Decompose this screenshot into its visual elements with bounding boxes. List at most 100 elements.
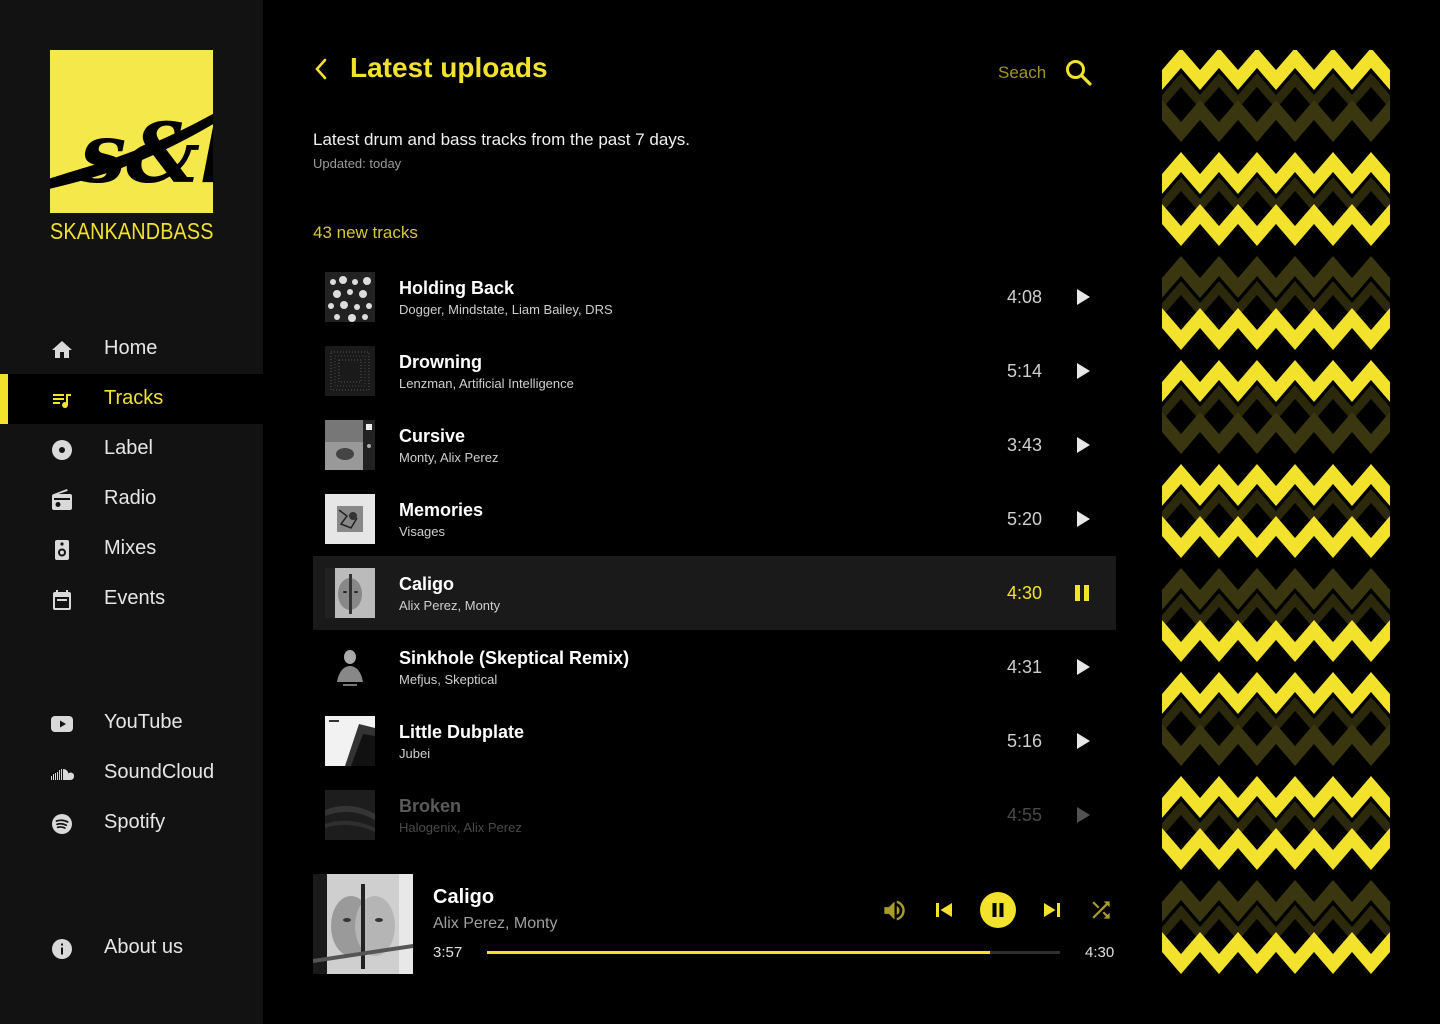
play-button[interactable] <box>1070 359 1094 383</box>
track-title: Drowning <box>399 352 482 372</box>
disc-icon <box>50 438 74 462</box>
track-row-playing[interactable]: Caligo Alix Perez, Monty 4:30 <box>313 556 1116 630</box>
play-button[interactable] <box>1070 507 1094 531</box>
soundcloud-icon <box>50 762 75 786</box>
track-row[interactable]: Holding Back Dogger, Mindstate, Liam Bai… <box>313 260 1116 334</box>
track-row[interactable]: Memories Visages 5:20 <box>313 482 1116 556</box>
skip-previous-icon <box>936 903 952 917</box>
social-nav: YouTube SoundCloud Spotify <box>0 698 263 848</box>
play-button[interactable] <box>1070 433 1094 457</box>
nav-item-youtube[interactable]: YouTube <box>0 698 263 748</box>
nav-item-label: Mixes <box>104 537 157 559</box>
sidebar: s&b SKANKANDBASS Home Tracks Label <box>0 0 263 1024</box>
track-row[interactable]: Cursive Monty, Alix Perez 3:43 <box>313 408 1116 482</box>
shuffle-button[interactable] <box>1088 897 1114 923</box>
nav-item-mixes[interactable]: Mixes <box>0 524 263 574</box>
previous-button[interactable] <box>932 898 956 922</box>
track-row[interactable]: Drowning Lenzman, Artificial Intelligenc… <box>313 334 1116 408</box>
play-icon <box>1077 659 1090 675</box>
nav-item-label: Spotify <box>104 811 166 833</box>
page-description: Latest drum and bass tracks from the pas… <box>313 130 691 149</box>
track-title: Memories <box>399 500 484 520</box>
svg-text:s&b: s&b <box>79 106 213 202</box>
player-artwork <box>313 874 413 974</box>
progress-bar[interactable] <box>487 951 1060 954</box>
nav-item-home[interactable]: Home <box>0 324 263 374</box>
track-row[interactable]: Sinkhole (Skeptical Remix) Mefjus, Skept… <box>313 630 1116 704</box>
track-row[interactable]: Little Dubplate Jubei 5:16 <box>313 704 1116 778</box>
track-artwork <box>325 568 375 618</box>
track-artwork <box>325 346 375 396</box>
nav-item-label: Radio <box>104 487 157 509</box>
brand-name: SKANKANDBASS <box>50 218 214 244</box>
track-artwork <box>325 272 375 322</box>
track-artists: Alix Perez, Monty <box>399 598 501 613</box>
track-artwork <box>325 716 375 766</box>
track-duration: 5:20 <box>1006 509 1042 529</box>
play-icon <box>1077 437 1090 453</box>
play-button[interactable] <box>1070 729 1094 753</box>
nav-item-label[interactable]: Label <box>0 424 263 474</box>
logo-mark-icon: s&b <box>50 50 213 213</box>
track-duration: 4:31 <box>1006 657 1042 677</box>
play-icon <box>1077 363 1090 379</box>
play-icon <box>1077 511 1090 527</box>
nav-item-label: SoundCloud <box>104 761 215 783</box>
nav-item-label: YouTube <box>104 711 183 733</box>
volume-icon <box>884 900 905 921</box>
home-icon <box>50 338 74 362</box>
track-duration: 5:14 <box>1006 361 1042 381</box>
radio-icon <box>50 488 74 512</box>
nav-item-label-text: Label <box>104 437 153 459</box>
track-title: Broken <box>399 796 462 816</box>
track-artists: Dogger, Mindstate, Liam Bailey, DRS <box>399 302 613 317</box>
search-label[interactable]: Seach <box>998 63 1046 83</box>
nav-item-events[interactable]: Events <box>0 574 263 624</box>
about-nav: About us <box>0 923 263 973</box>
nav-item-label: Tracks <box>104 387 164 409</box>
play-icon <box>1077 807 1090 823</box>
track-artwork <box>325 494 375 544</box>
play-icon <box>1077 289 1090 305</box>
play-button[interactable] <box>1070 803 1094 827</box>
track-artwork <box>325 420 375 470</box>
next-button[interactable] <box>1040 898 1064 922</box>
info-icon <box>50 937 74 961</box>
back-button[interactable] <box>310 55 332 83</box>
brand-logo[interactable]: s&b <box>50 50 213 213</box>
pause-icon <box>1075 585 1089 601</box>
chevron-left-icon <box>315 58 327 80</box>
player-artists: Alix Perez, Monty <box>433 915 558 932</box>
track-title: Little Dubplate <box>399 722 524 742</box>
track-duration: 3:43 <box>1006 435 1042 455</box>
calendar-icon <box>50 588 74 612</box>
pause-button[interactable] <box>1070 581 1094 605</box>
play-button[interactable] <box>1070 285 1094 309</box>
youtube-icon <box>50 712 74 736</box>
track-title: Holding Back <box>399 278 515 298</box>
play-button[interactable] <box>1070 655 1094 679</box>
nav-item-radio[interactable]: Radio <box>0 474 263 524</box>
track-artwork <box>325 790 375 840</box>
track-artists: Jubei <box>399 746 431 761</box>
track-artists: Lenzman, Artificial Intelligence <box>399 376 574 391</box>
player-pause-button[interactable] <box>980 892 1016 928</box>
player-current-time: 3:57 <box>433 944 463 961</box>
nav-item-spotify[interactable]: Spotify <box>0 798 263 848</box>
nav-item-about[interactable]: About us <box>0 923 263 973</box>
nav-item-tracks[interactable]: Tracks <box>0 374 263 424</box>
nav-item-soundcloud[interactable]: SoundCloud <box>0 748 263 798</box>
search-icon <box>1066 60 1092 86</box>
track-title: Sinkhole (Skeptical Remix) <box>399 648 630 668</box>
volume-button[interactable] <box>881 897 908 924</box>
track-artwork <box>325 642 375 692</box>
search-button[interactable] <box>1064 58 1092 86</box>
speaker-icon <box>50 538 74 562</box>
progress-fill <box>487 951 990 954</box>
updated-label: Updated: today <box>313 156 402 171</box>
track-artists: Halogenix, Alix Perez <box>399 820 522 835</box>
track-artists: Visages <box>399 524 446 539</box>
track-artists: Monty, Alix Perez <box>399 450 499 465</box>
track-row[interactable]: Broken Halogenix, Alix Perez 4:55 <box>313 778 1116 852</box>
main-nav: Home Tracks Label Radio Mixes Events <box>0 324 263 624</box>
